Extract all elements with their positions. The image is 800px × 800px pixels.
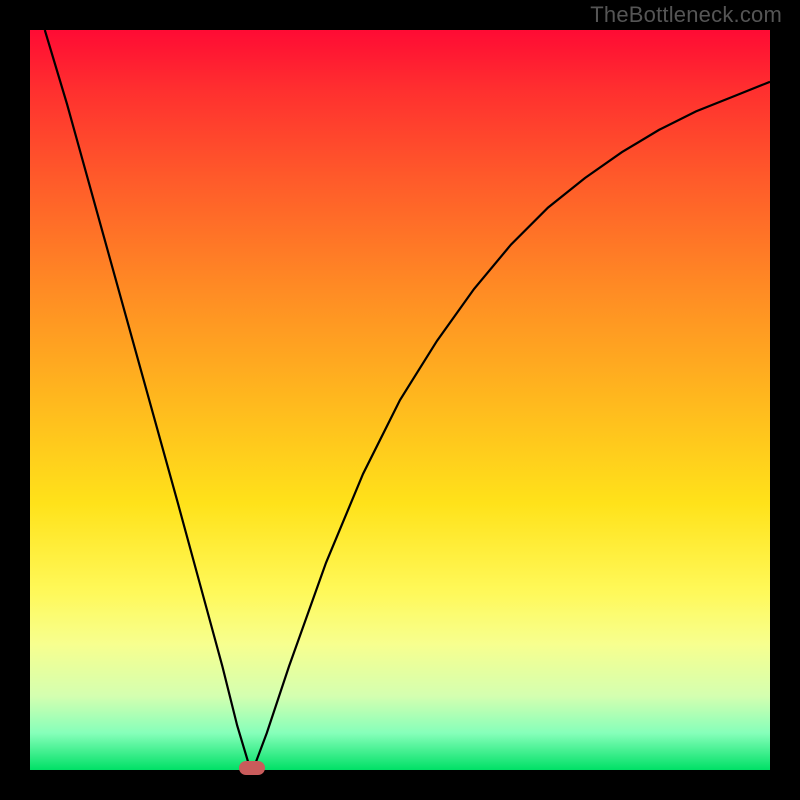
watermark-text: TheBottleneck.com [590, 2, 782, 28]
chart-frame: TheBottleneck.com [0, 0, 800, 800]
bottleneck-curve [30, 30, 770, 770]
curve-path [45, 30, 770, 770]
minimum-marker [239, 761, 265, 775]
